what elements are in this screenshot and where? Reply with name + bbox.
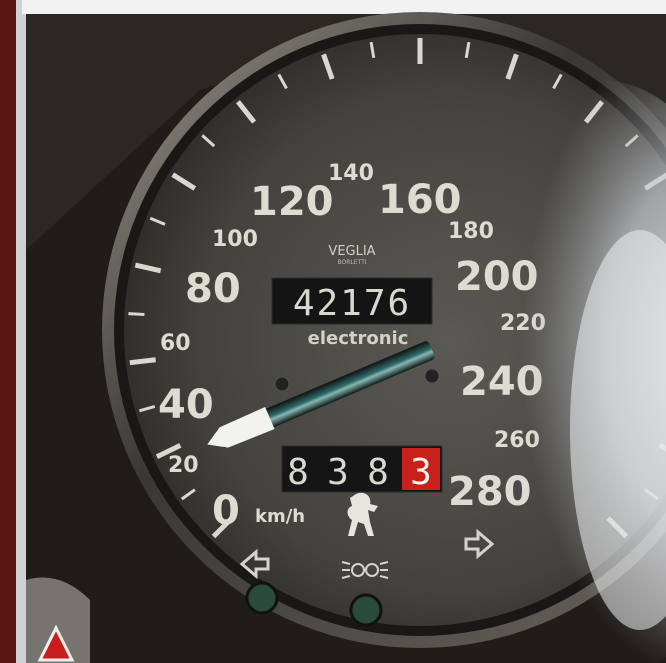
brand-label: VEGLIA — [328, 244, 375, 259]
brand-sub-label: BORLETTI — [337, 259, 366, 266]
indicator-lamp-right — [349, 593, 383, 627]
top-dash-edge — [22, 0, 666, 14]
dial-tick — [129, 357, 156, 366]
dial-label-120: 120 — [250, 179, 334, 225]
odometer-value: 42176 — [293, 283, 411, 324]
dial-label-60: 60 — [160, 331, 191, 356]
left-frame-strip — [16, 0, 26, 663]
indicator-lamp-left — [245, 581, 279, 615]
dial-label-100: 100 — [212, 227, 258, 252]
dial-label-160: 160 — [378, 177, 462, 223]
dial-label-80: 80 — [185, 266, 241, 312]
speedometer-photo: 0 20 40 60 80 100 120 140 160 180 200 22… — [0, 0, 666, 663]
trip-digit-2: 3 — [327, 452, 349, 493]
unit-label: km/h — [255, 506, 305, 527]
odometer: 42176 — [271, 277, 433, 325]
dial-label-40: 40 — [158, 382, 214, 428]
dial-label-0: 0 — [212, 488, 240, 534]
trip-counter: 8 3 8 3 — [281, 445, 443, 493]
dial-label-140: 140 — [328, 161, 374, 186]
dial-tick — [128, 312, 145, 317]
screw-left — [274, 376, 290, 392]
trip-digit-3: 8 — [367, 452, 389, 493]
trip-digit-1: 8 — [287, 452, 309, 493]
odometer-caption: electronic — [308, 328, 409, 349]
dial-label-20: 20 — [168, 453, 199, 478]
trip-digit-4: 3 — [410, 452, 432, 493]
